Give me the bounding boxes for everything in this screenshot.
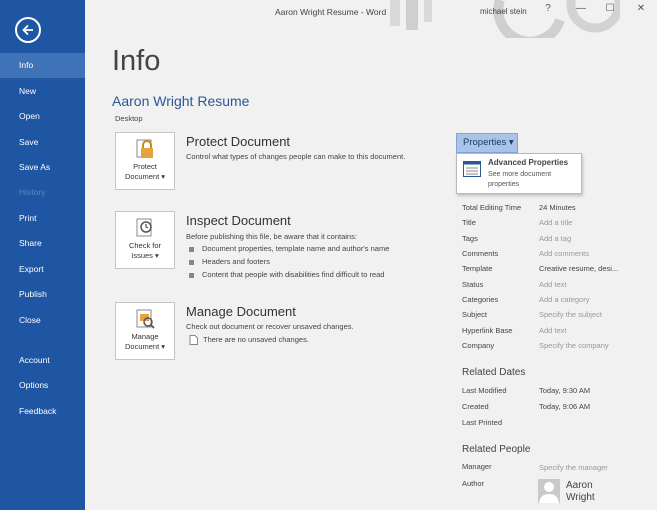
protect-document-title: Protect Document — [186, 134, 291, 149]
sidebar-item-close[interactable]: Close — [0, 308, 85, 333]
prop-value-tags[interactable]: Add a tag — [539, 234, 571, 243]
sidebar-item-options[interactable]: Options — [0, 373, 85, 398]
inspect-bullet-text: Headers and footers — [202, 257, 270, 266]
sidebar-item-print[interactable]: Print — [0, 206, 85, 231]
manage-document-icon — [136, 309, 155, 329]
restore-icon[interactable]: ☐ — [601, 3, 619, 14]
check-for-issues-button[interactable]: Check for Issues ▾ — [115, 211, 175, 269]
inspect-button-label-2: Issues ▾ — [131, 251, 159, 260]
prop-value-hyperlink-base[interactable]: Add text — [539, 326, 567, 335]
sidebar-item-export[interactable]: Export — [0, 257, 85, 282]
person-icon — [539, 482, 559, 503]
protect-document-desc: Control what types of changes people can… — [186, 152, 406, 161]
advanced-properties-title: Advanced Properties — [488, 158, 569, 167]
prop-label-categories: Categories — [462, 295, 499, 304]
prop-label-title: Title — [462, 218, 476, 227]
author-avatar — [538, 479, 560, 503]
related-people-heading: Related People — [462, 444, 531, 455]
sidebar-item-account[interactable]: Account — [0, 348, 85, 373]
sidebar-item-feedback[interactable]: Feedback — [0, 399, 85, 424]
advanced-properties-menu-item[interactable]: Advanced Properties See more document pr… — [456, 153, 582, 194]
manage-button-label-2: Document ▾ — [124, 342, 166, 351]
manage-document-title: Manage Document — [186, 304, 296, 319]
page-title: Info — [112, 45, 161, 77]
sidebar-item-info[interactable]: Info — [0, 53, 85, 78]
prop-label-author: Author — [462, 479, 485, 488]
sidebar-item-save-as[interactable]: Save As — [0, 155, 85, 180]
document-location: Desktop — [115, 114, 143, 123]
prop-value-subject[interactable]: Specify the subject — [539, 310, 602, 319]
user-name[interactable]: michael stein — [480, 7, 527, 16]
back-arrow-icon[interactable] — [15, 17, 41, 43]
prop-value-categories[interactable]: Add a category — [539, 295, 589, 304]
advanced-properties-desc: See more document properties — [488, 171, 552, 188]
prop-label-subject: Subject — [462, 310, 488, 319]
prop-value-status[interactable]: Add text — [539, 280, 567, 289]
unsaved-changes-text: There are no unsaved changes. — [203, 335, 309, 344]
manage-document-button[interactable]: Manage Document ▾ — [115, 302, 175, 360]
prop-value-last-modified: Today, 9:30 AM — [539, 386, 591, 395]
protect-button-label-2: Document ▾ — [124, 172, 166, 181]
inspect-button-label-1: Check for — [128, 241, 162, 250]
prop-label-last-printed: Last Printed — [462, 418, 503, 427]
inspect-bullet-text: Document properties, template name and a… — [202, 244, 390, 253]
inspect-document-icon — [136, 218, 152, 237]
protect-button-label-1: Protect — [133, 162, 157, 171]
backstage-sidebar: Info New Open Save Save As History Print… — [0, 0, 85, 510]
inspect-document-title: Inspect Document — [186, 213, 291, 228]
prop-value-manager[interactable]: Specify the manager — [539, 463, 608, 472]
prop-value-total-editing-time: 24 Minutes — [539, 203, 576, 212]
sidebar-item-open[interactable]: Open — [0, 104, 85, 129]
help-icon[interactable]: ? — [539, 3, 557, 14]
prop-label-manager: Manager — [462, 462, 492, 471]
sidebar-item-new[interactable]: New — [0, 79, 85, 104]
sidebar-item-save[interactable]: Save — [0, 130, 85, 155]
prop-label-created: Created — [462, 402, 489, 411]
related-dates-heading: Related Dates — [462, 367, 526, 378]
sidebar-item-publish[interactable]: Publish — [0, 282, 85, 307]
page-icon — [189, 335, 198, 346]
properties-list-icon — [463, 161, 481, 177]
inspect-document-desc: Before publishing this file, be aware th… — [186, 232, 357, 241]
close-icon[interactable]: ✕ — [632, 3, 650, 14]
sidebar-item-history: History — [19, 187, 46, 197]
properties-dropdown-button[interactable]: Properties ▾ — [456, 133, 518, 153]
prop-label-tags: Tags — [462, 234, 478, 243]
sidebar-item-share[interactable]: Share — [0, 231, 85, 256]
author-last-name: Wright — [566, 492, 595, 503]
prop-label-template: Template — [462, 264, 493, 273]
prop-value-template: Creative resume, desi... — [539, 264, 619, 273]
inspect-bullet-text: Content that people with disabilities fi… — [202, 270, 385, 279]
window-title: Aaron Wright Resume - Word — [275, 7, 387, 17]
prop-label-company: Company — [462, 341, 495, 350]
prop-value-company[interactable]: Specify the company — [539, 341, 609, 350]
manage-button-label-1: Manage — [131, 332, 159, 341]
prop-value-title[interactable]: Add a title — [539, 218, 572, 227]
prop-label-status: Status — [462, 280, 484, 289]
author-name[interactable]: Aaron Wright — [566, 480, 595, 504]
unsaved-changes-note: There are no unsaved changes. — [189, 335, 309, 346]
inspect-bullet: Content that people with disabilities fi… — [189, 270, 384, 279]
document-title: Aaron Wright Resume — [112, 93, 250, 109]
prop-label-hyperlink-base: Hyperlink Base — [462, 326, 513, 335]
manage-document-desc: Check out document or recover unsaved ch… — [186, 322, 354, 331]
minimize-icon[interactable]: — — [572, 3, 590, 14]
inspect-bullet: Document properties, template name and a… — [189, 244, 389, 253]
protect-document-button[interactable]: Protect Document ▾ — [115, 132, 175, 190]
prop-value-created: Today, 9:06 AM — [539, 402, 591, 411]
prop-label-total-editing-time: Total Editing Time — [462, 203, 522, 212]
prop-value-comments[interactable]: Add comments — [539, 249, 589, 258]
inspect-bullet: Headers and footers — [189, 257, 270, 266]
prop-label-comments: Comments — [462, 249, 499, 258]
author-first-name: Aaron — [566, 480, 593, 491]
prop-label-last-modified: Last Modified — [462, 386, 507, 395]
lock-icon — [136, 139, 153, 158]
